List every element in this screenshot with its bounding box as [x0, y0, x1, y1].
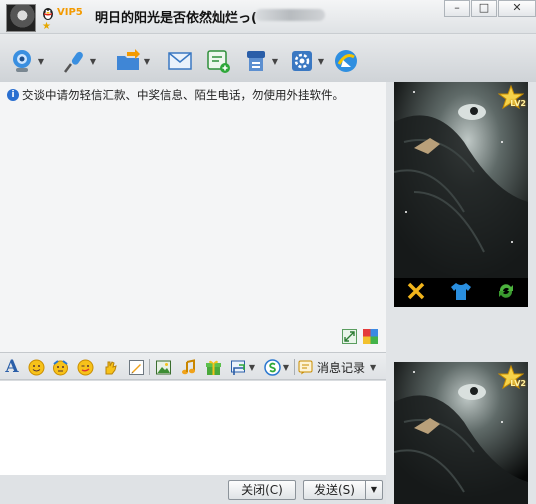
gift-button[interactable]: [204, 358, 222, 376]
send-options-chevron-icon[interactable]: ▼: [365, 480, 383, 500]
create-group-button[interactable]: [204, 47, 232, 75]
qq-penguin-icon: [43, 8, 53, 20]
create-group-icon: [204, 47, 232, 75]
font-icon: A: [5, 357, 19, 377]
wink-emoji-icon: [76, 358, 94, 376]
level-label: LV2: [510, 379, 526, 388]
settings-button[interactable]: ▼: [288, 47, 326, 75]
qq-show-panel: LV2 LV2: [386, 82, 536, 504]
security-notice-text: 交谈中请勿轻信汇款、中奖信息、陌生电话，勿使用外挂软件。: [22, 88, 344, 102]
message-history-label: 消息记录: [317, 360, 366, 375]
video-call-icon: [8, 47, 36, 75]
chevron-down-icon[interactable]: ▼: [247, 363, 257, 372]
pencil-icon: [127, 358, 145, 376]
magic-emoji-button[interactable]: [51, 358, 69, 376]
level-label: LV2: [510, 99, 526, 108]
chevron-down-icon[interactable]: ▼: [88, 57, 98, 66]
chevron-down-icon[interactable]: ▼: [281, 363, 291, 372]
scribble-emoji-button[interactable]: [76, 358, 94, 376]
nudge-button[interactable]: [101, 358, 119, 376]
music-note-icon: [179, 358, 197, 376]
divider: [294, 359, 295, 375]
show-actions: [394, 278, 528, 307]
send-button[interactable]: 发送(S): [303, 480, 365, 500]
screenshot-button[interactable]: ▼: [229, 358, 257, 376]
qzone-icon: [332, 47, 360, 75]
vip-badge[interactable]: VIP5: [57, 7, 83, 18]
app-manager-button[interactable]: ▼: [242, 47, 280, 75]
soso-icon: [263, 358, 281, 376]
soso-search-button[interactable]: ▼: [263, 358, 291, 376]
message-history-button[interactable]: 消息记录 ▼: [298, 358, 378, 376]
email-button[interactable]: [166, 47, 194, 75]
app-manager-icon: [242, 47, 270, 75]
send-file-button[interactable]: ▼: [114, 47, 152, 75]
divider: [149, 359, 150, 375]
magic-emoji-icon: [51, 358, 69, 376]
chat-corner-tools: [342, 329, 378, 344]
send-file-icon: [114, 47, 142, 75]
close-window-button[interactable]: ✕: [498, 0, 536, 17]
smiley-icon: [27, 358, 45, 376]
draw-button[interactable]: [127, 358, 145, 376]
expand-icon[interactable]: [342, 329, 357, 344]
voice-call-icon: [60, 47, 88, 75]
chevron-down-icon[interactable]: ▼: [36, 57, 46, 66]
close-chat-button[interactable]: 关闭(C): [228, 480, 296, 500]
message-input[interactable]: [0, 381, 386, 475]
color-palette-icon[interactable]: [363, 329, 378, 344]
chat-history[interactable]: i 交谈中请勿轻信汇款、中奖信息、陌生电话，勿使用外挂软件。: [0, 82, 386, 352]
swap-icon[interactable]: [406, 281, 426, 304]
emoji-button[interactable]: [27, 358, 45, 376]
outfit-shirt-icon[interactable]: [450, 281, 472, 304]
voice-call-button[interactable]: ▼: [60, 47, 98, 75]
format-toolbar: A ▼ ▼ 消息记录 ▼: [0, 352, 386, 380]
image-icon: [154, 358, 172, 376]
history-icon: [298, 359, 314, 375]
bottom-bar: 关闭(C) 发送(S) ▼: [0, 475, 386, 504]
screenshot-icon: [229, 358, 247, 376]
my-show-image[interactable]: LV2: [394, 362, 528, 504]
contact-show-image[interactable]: LV2: [394, 82, 528, 307]
main-toolbar: ▼ ▼ ▼ ▼ ▼: [0, 34, 536, 82]
chevron-down-icon[interactable]: ▼: [142, 57, 152, 66]
refresh-icon[interactable]: [496, 281, 516, 304]
security-notice: i 交谈中请勿轻信汇款、中奖信息、陌生电话，勿使用外挂软件。: [7, 87, 344, 103]
video-call-button[interactable]: ▼: [8, 47, 46, 75]
send-image-button[interactable]: [154, 358, 172, 376]
contact-nickname: 明日的阳光是否依然灿烂っ(: [95, 11, 257, 26]
info-icon: i: [7, 89, 19, 101]
font-button[interactable]: A: [3, 357, 21, 377]
portrait-illustration: [394, 82, 528, 278]
music-button[interactable]: [179, 358, 197, 376]
maximize-button[interactable]: □: [471, 0, 497, 17]
star-icon: ★: [42, 21, 51, 32]
settings-icon: [288, 47, 316, 75]
email-icon: [166, 47, 194, 75]
chevron-down-icon[interactable]: ▼: [316, 57, 326, 66]
redacted-id: [255, 9, 325, 21]
qzone-button[interactable]: [332, 47, 360, 75]
chevron-down-icon[interactable]: ▼: [368, 363, 378, 372]
gift-icon: [204, 358, 222, 376]
avatar[interactable]: [6, 4, 36, 32]
minimize-button[interactable]: –: [444, 0, 470, 17]
title-bar: VIP5 ★ 明日的阳光是否依然灿烂っ( – □ ✕: [0, 0, 536, 34]
hand-icon: [101, 358, 119, 376]
chevron-down-icon[interactable]: ▼: [270, 57, 280, 66]
